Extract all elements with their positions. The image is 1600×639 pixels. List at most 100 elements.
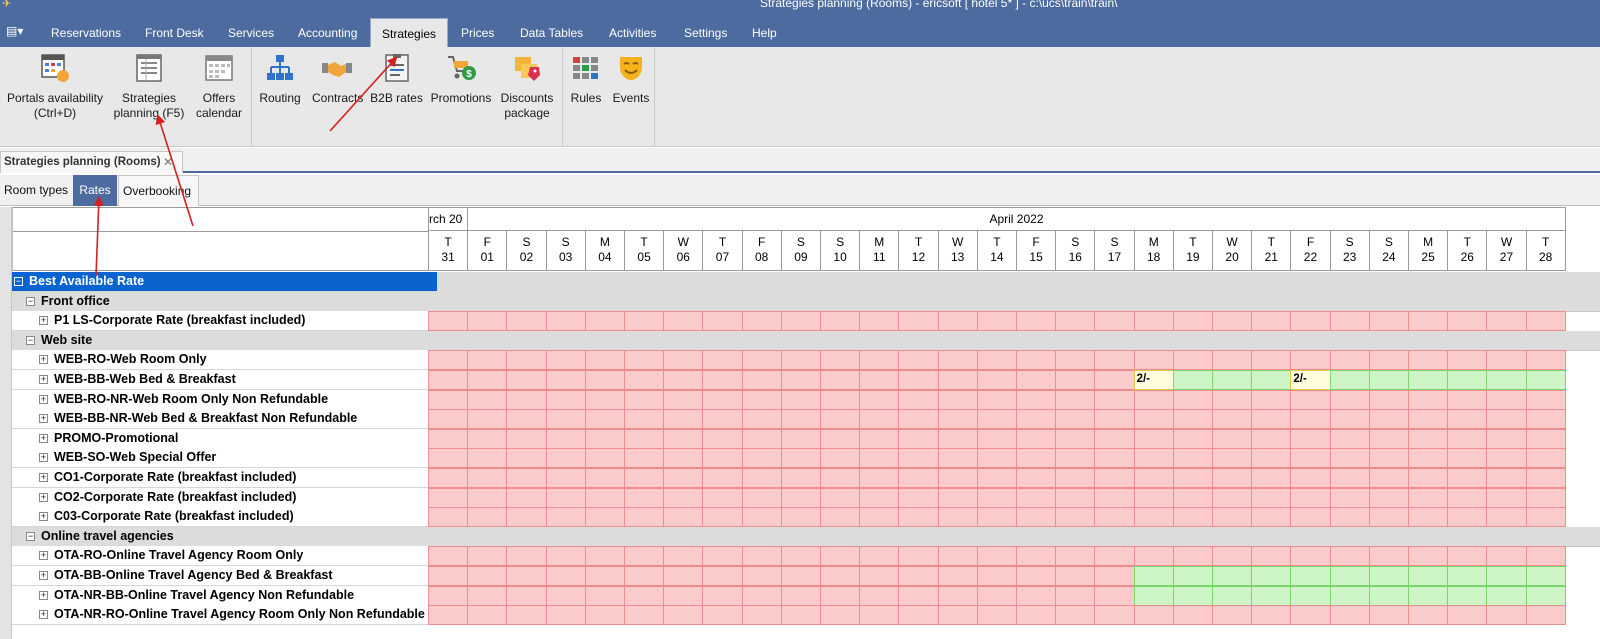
rate-cell-closed[interactable] xyxy=(1055,605,1096,626)
rate-cell-closed[interactable] xyxy=(624,507,665,528)
rate-cell-open[interactable] xyxy=(1408,566,1449,586)
rate-cell-closed[interactable] xyxy=(1408,389,1449,410)
rate-cell-closed[interactable] xyxy=(1408,468,1449,488)
rate-cell-closed[interactable] xyxy=(1290,448,1331,469)
rate-cell-closed[interactable] xyxy=(820,311,861,332)
rate-cell-closed[interactable] xyxy=(1212,605,1253,626)
rate-cell-closed[interactable] xyxy=(741,546,782,567)
rate-cell-closed[interactable] xyxy=(1055,507,1096,528)
rate-cell-closed[interactable] xyxy=(624,370,665,390)
rate-cell-closed[interactable] xyxy=(1408,409,1449,430)
rate-cell-closed[interactable] xyxy=(584,311,625,332)
rate-cell-closed[interactable] xyxy=(741,448,782,469)
rate-cell-closed[interactable] xyxy=(1016,585,1057,606)
rate-cell-closed[interactable] xyxy=(976,605,1017,626)
rate-cell-closed[interactable] xyxy=(624,468,665,488)
rate-cell-closed[interactable] xyxy=(820,370,861,390)
rate-cell-closed[interactable] xyxy=(1525,605,1566,626)
rate-cell-closed[interactable] xyxy=(976,428,1017,449)
expand-icon[interactable]: + xyxy=(39,355,48,365)
collapse-icon[interactable]: − xyxy=(14,277,23,286)
collapse-icon[interactable]: − xyxy=(26,296,35,306)
rate-cell-closed[interactable] xyxy=(1251,487,1292,508)
rate-cell-closed[interactable] xyxy=(976,311,1017,332)
rate-cell-closed[interactable] xyxy=(1133,605,1174,626)
rate-cell-closed[interactable] xyxy=(898,350,939,371)
rate-cell-closed[interactable] xyxy=(663,409,704,430)
rate-cell-closed[interactable] xyxy=(506,487,547,508)
rate-cell-closed[interactable] xyxy=(1525,409,1566,430)
rate-cell-closed[interactable] xyxy=(1447,605,1488,626)
ribbon-button-contracts-handshake[interactable]: Contracts xyxy=(312,51,363,106)
rate-cell-closed[interactable] xyxy=(663,566,704,586)
rate-cell-closed[interactable] xyxy=(1212,389,1253,410)
rate-cell-closed[interactable] xyxy=(859,311,900,332)
rate-cell-closed[interactable] xyxy=(428,409,469,430)
rate-cell-closed[interactable] xyxy=(1368,487,1409,508)
rate-cell-closed[interactable] xyxy=(1133,507,1174,528)
rate-cell-open[interactable] xyxy=(1212,585,1253,606)
rate-cell-closed[interactable] xyxy=(1368,605,1409,626)
rate-cell-closed[interactable] xyxy=(780,468,821,488)
rate-cell-closed[interactable] xyxy=(1133,487,1174,508)
rate-cell-closed[interactable] xyxy=(1290,605,1331,626)
rate-cell-closed[interactable] xyxy=(506,605,547,626)
rate-cell-closed[interactable] xyxy=(1172,468,1213,488)
menu-front-desk[interactable]: Front Desk xyxy=(134,18,215,47)
rate-cell-closed[interactable] xyxy=(780,448,821,469)
rate-cell-closed[interactable] xyxy=(780,546,821,567)
rate-cell-closed[interactable] xyxy=(1329,468,1370,488)
rate-cell-open[interactable] xyxy=(1133,585,1174,606)
rate-cell-closed[interactable] xyxy=(859,487,900,508)
rate-cell-closed[interactable] xyxy=(545,468,586,488)
rate-cell-closed[interactable] xyxy=(1251,468,1292,488)
rate-cell-closed[interactable] xyxy=(937,428,978,449)
rate-cell-closed[interactable] xyxy=(1133,311,1174,332)
rate-cell-closed[interactable] xyxy=(1172,487,1213,508)
rate-cell-closed[interactable] xyxy=(1486,507,1527,528)
menu-reservations[interactable]: Reservations xyxy=(40,18,132,47)
rate-cell-open[interactable] xyxy=(1329,370,1370,390)
ribbon-button-events-mask[interactable]: Events xyxy=(610,51,652,106)
rate-cell-closed[interactable] xyxy=(1055,487,1096,508)
grid-row-ota-bb-online-travel-agency-bed-breakfast[interactable]: + OTA-BB-Online Travel Agency Bed & Break… xyxy=(12,566,1600,586)
rate-cell-closed[interactable] xyxy=(506,350,547,371)
grid-row-p1-ls-corporate-rate-breakfast-included[interactable]: + P1 LS-Corporate Rate (breakfast include… xyxy=(12,311,1600,332)
expand-icon[interactable]: + xyxy=(39,512,48,522)
ribbon-button-rules[interactable]: Rules xyxy=(568,51,604,106)
rate-cell-closed[interactable] xyxy=(1290,409,1331,430)
grid-row-front-office[interactable]: − Front office xyxy=(12,291,1600,312)
rate-cell-closed[interactable] xyxy=(1368,468,1409,488)
rate-cell-closed[interactable] xyxy=(1251,448,1292,469)
rate-cell-closed[interactable] xyxy=(663,487,704,508)
rate-cell-closed[interactable] xyxy=(1094,468,1135,488)
rate-cell-closed[interactable] xyxy=(624,311,665,332)
rate-cell-closed[interactable] xyxy=(1486,311,1527,332)
grid-row-ota-ro-online-travel-agency-room-only[interactable]: + OTA-RO-Online Travel Agency Room Only xyxy=(12,546,1600,567)
rate-cell-closed[interactable] xyxy=(1212,448,1253,469)
rate-cell-closed[interactable] xyxy=(1212,546,1253,567)
rate-cell-closed[interactable] xyxy=(859,350,900,371)
rate-cell-closed[interactable] xyxy=(780,507,821,528)
rate-cell-closed[interactable] xyxy=(1016,468,1057,488)
expand-icon[interactable]: + xyxy=(39,316,48,326)
rate-cell-closed[interactable] xyxy=(1172,409,1213,430)
rate-cell-closed[interactable] xyxy=(1251,507,1292,528)
rate-cell-closed[interactable] xyxy=(1133,546,1174,567)
rate-cell-closed[interactable] xyxy=(1525,448,1566,469)
rate-cell-closed[interactable] xyxy=(584,370,625,390)
rate-cell-closed[interactable] xyxy=(624,428,665,449)
rate-cell-closed[interactable] xyxy=(545,507,586,528)
rate-cell-closed[interactable] xyxy=(1094,428,1135,449)
grid-row-online-travel-agencies[interactable]: − Online travel agencies xyxy=(12,526,1600,547)
rate-cell-closed[interactable] xyxy=(1016,605,1057,626)
document-tab-strategies-planning[interactable]: Strategies planning (Rooms) ✕ xyxy=(0,151,183,173)
rate-cell-closed[interactable] xyxy=(467,566,508,586)
rate-cell-marked[interactable]: 2/- xyxy=(1133,370,1174,390)
rate-cell-closed[interactable] xyxy=(1486,448,1527,469)
rate-cell-closed[interactable] xyxy=(1212,409,1253,430)
rate-cell-closed[interactable] xyxy=(663,370,704,390)
rate-cell-closed[interactable] xyxy=(1525,507,1566,528)
tab-rates[interactable]: Rates xyxy=(73,175,117,206)
rate-cell-closed[interactable] xyxy=(898,428,939,449)
